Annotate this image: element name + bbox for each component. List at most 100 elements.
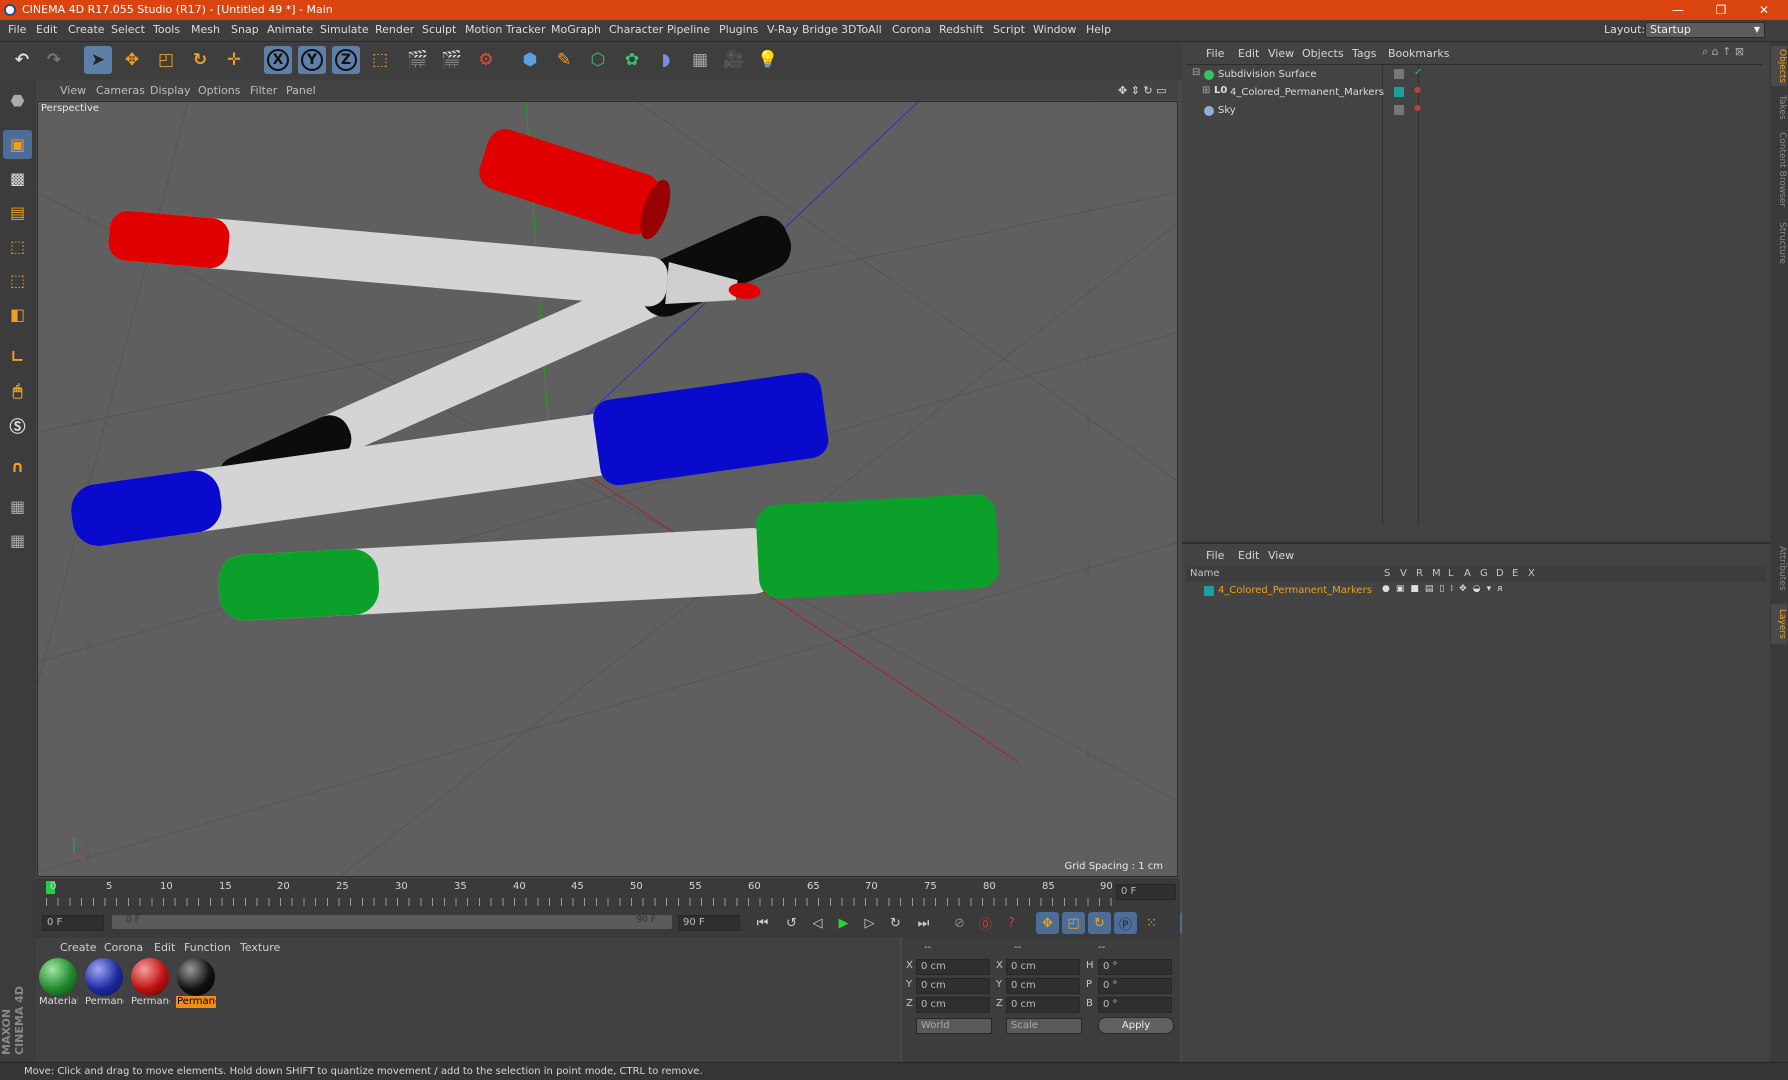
minimize-icon[interactable]: — [1668,2,1688,18]
menu-motion-tracker[interactable]: Motion Tracker [465,23,545,36]
objects-menu-file[interactable]: File [1206,47,1224,60]
render-view-button[interactable]: 🎬 [404,46,432,74]
key-scale-button[interactable]: ◰ [1062,912,1085,934]
menu-vray-bridge[interactable]: V-Ray Bridge [767,23,838,36]
tab-takes[interactable]: Takes [1771,92,1787,122]
material-swatch[interactable]: Permane [84,958,124,1010]
menu-animate[interactable]: Animate [267,23,313,36]
menu-render[interactable]: Render [375,23,414,36]
viewport-nav-icons[interactable]: ✥ ⇕ ↻ ▭ [1118,84,1167,97]
start-frame-field[interactable]: 0 F [42,915,104,931]
position-y-field[interactable]: 0 cm [916,978,990,994]
menu-window[interactable]: Window [1033,23,1076,36]
menu-help[interactable]: Help [1086,23,1111,36]
menu-create[interactable]: Create [68,23,105,36]
objects-menu-edit[interactable]: Edit [1238,47,1259,60]
layers-menu-file[interactable]: File [1206,549,1224,562]
timeline-ruler[interactable]: 0 5 10 15 20 25 30 35 40 45 50 55 60 65 … [36,878,1180,911]
coordinate-space-dropdown[interactable]: World [916,1018,992,1034]
material-menu-edit[interactable]: Edit [154,941,175,954]
material-menu-texture[interactable]: Texture [240,941,280,954]
tab-structure[interactable]: Structure [1771,218,1787,268]
perspective-viewport[interactable]: Perspective Grid Spacing : 1 cm [37,101,1178,877]
menu-redshift[interactable]: Redshift [939,23,984,36]
redo-button[interactable]: ↷ [40,46,68,74]
key-pla-button[interactable]: ⁙ [1140,912,1163,934]
workplane-lock-button[interactable]: ▦ [3,492,32,521]
snap-button[interactable]: Ⓢ [3,410,32,439]
edges-mode-button[interactable]: ⬚ [3,266,32,295]
collapse-icon[interactable]: ⊟ [1192,67,1200,78]
menu-tools[interactable]: Tools [153,23,180,36]
object-row-sky[interactable]: Sky ● [1192,103,1762,121]
objects-menu-view[interactable]: View [1268,47,1294,60]
play-button[interactable]: ▶ [832,912,855,934]
visibility-dots-icon[interactable]: ● [1414,85,1421,94]
apply-button[interactable]: Apply [1098,1017,1174,1034]
objects-menu-objects[interactable]: Objects [1302,47,1344,60]
go-to-start-button[interactable]: ⏮ [751,912,774,934]
menu-file[interactable]: File [8,23,26,36]
material-swatch[interactable]: Permane [130,958,170,1010]
layer-name[interactable]: 4_Colored_Permanent_Markers [1218,585,1372,596]
mograph-cloner-button[interactable]: ✿ [618,46,646,74]
search-icon[interactable]: ⌕ ⌂ ↑ ⊠ [1702,45,1744,59]
menu-mograph[interactable]: MoGraph [551,23,601,36]
rotation-h-field[interactable]: 0 ° [1098,959,1172,975]
frame-range-slider[interactable]: 0 F 90 F [112,915,672,929]
texture-mode-button[interactable]: ▩ [3,164,32,193]
magnet-icon[interactable]: ∩ [3,452,32,481]
keyframe-selection-button[interactable]: ? [1000,912,1023,934]
visibility-dots-icon[interactable]: ● [1414,103,1421,112]
select-tool-button[interactable]: ➤ [84,46,112,74]
next-frame-button[interactable]: ▷ [858,912,881,934]
layers-menu-view[interactable]: View [1268,549,1294,562]
viewport-menu-panel[interactable]: Panel [286,84,316,97]
viewport-menu-filter[interactable]: Filter [250,84,277,97]
layer-color-icon[interactable] [1394,87,1404,97]
size-x-field[interactable]: 0 cm [1006,959,1080,975]
objects-menu-bookmarks[interactable]: Bookmarks [1388,47,1449,60]
move-tool-button[interactable]: ✥ [118,46,146,74]
points-mode-button[interactable]: ⬚ [3,232,32,261]
pen-spline-button[interactable]: ✎ [550,46,578,74]
tab-layers[interactable]: Layers [1771,604,1787,644]
layer-tag-icon[interactable] [1394,105,1404,115]
object-row-subdivision-surface[interactable]: ⊟ Subdivision Surface ✓ [1192,67,1762,85]
layer-tag-icon[interactable] [1394,69,1404,79]
undo-button[interactable]: ↶ [8,46,36,74]
coordinate-system-button[interactable]: ⬚ [366,46,394,74]
grid-snap-button[interactable]: ▦ [3,526,32,555]
layer-toggle-icons[interactable]: ●▣■▤▯⁞✥◒▾ᴙ [1382,584,1509,594]
tab-objects[interactable]: Objects [1771,46,1787,86]
tab-content-browser[interactable]: Content Browser [1771,128,1787,212]
material-swatch[interactable]: Material [38,958,78,1010]
menu-script[interactable]: Script [993,23,1025,36]
record-keys-button[interactable]: ⊘ [948,912,971,934]
go-to-end-button[interactable]: ⏭ [912,912,935,934]
menu-corona[interactable]: Corona [892,23,931,36]
render-settings-button[interactable]: ⚙ [472,46,500,74]
autokey-button[interactable]: ⓪ [974,912,997,934]
expand-icon[interactable]: ⊞ [1202,85,1210,96]
cube-object-button[interactable]: ⬢ [516,46,544,74]
rotate-tool-button[interactable]: ↻ [186,46,214,74]
menu-mesh[interactable]: Mesh [191,23,220,36]
position-z-field[interactable]: 0 cm [916,997,990,1013]
menu-edit[interactable]: Edit [36,23,57,36]
menu-snap[interactable]: Snap [231,23,259,36]
layers-menu-edit[interactable]: Edit [1238,549,1259,562]
viewport-menu-options[interactable]: Options [198,84,240,97]
menu-sculpt[interactable]: Sculpt [422,23,456,36]
floor-button[interactable]: ▦ [686,46,714,74]
tweak-mode-button[interactable]: 🖱 [3,376,32,405]
live-selection-button[interactable]: ✛ [220,46,248,74]
scale-tool-button[interactable]: ◰ [152,46,180,74]
close-icon[interactable]: ✕ [1754,2,1774,18]
objects-menu-tags[interactable]: Tags [1352,47,1376,60]
menu-character[interactable]: Character [609,23,663,36]
next-key-button[interactable]: ↻ [884,912,907,934]
model-mode-button[interactable]: ▣ [3,130,32,159]
viewport-menu-cameras[interactable]: Cameras [96,84,145,97]
render-picture-viewer-button[interactable]: 🎬 [438,46,466,74]
